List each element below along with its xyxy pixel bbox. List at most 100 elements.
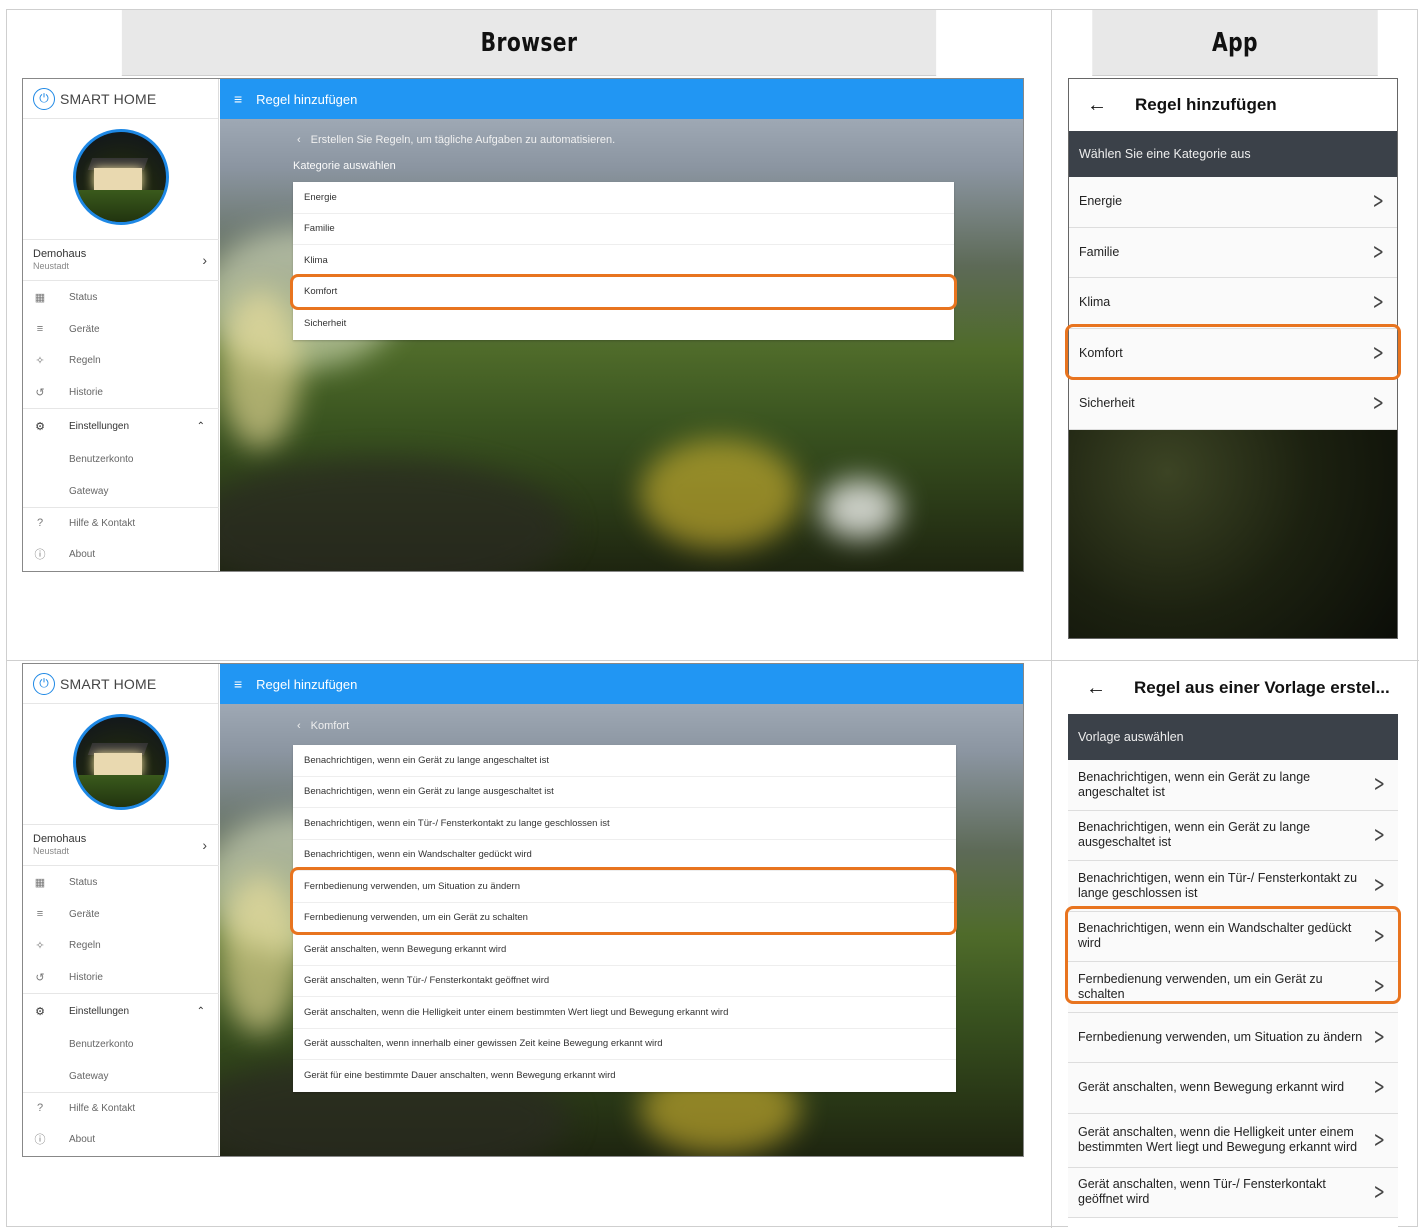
app-list-item[interactable]: Familie > bbox=[1069, 227, 1397, 278]
template-item[interactable]: Gerät ausschalten, wenn innerhalb einer … bbox=[293, 1029, 956, 1060]
sidebar-item-status[interactable]: ▦ Status bbox=[23, 867, 219, 899]
place-city: Neustadt bbox=[33, 261, 70, 271]
chevron-right-icon: > bbox=[1373, 923, 1385, 949]
sidebar-item-history[interactable]: ↺ Historie bbox=[23, 962, 219, 994]
template-item[interactable]: Gerät anschalten, wenn Bewegung erkannt … bbox=[293, 934, 956, 966]
app-list-item[interactable]: Energie > bbox=[1069, 177, 1397, 228]
app-screen-templates: ← Regel aus einer Vorlage erstel... Vorl… bbox=[1068, 662, 1398, 1227]
template-item[interactable]: Benachrichtigen, wenn ein Gerät zu lange… bbox=[293, 745, 956, 777]
list-icon: ≡ bbox=[36, 323, 44, 336]
sidebar-item-about[interactable]: ⓘ About bbox=[23, 539, 219, 571]
app-title: Regel hinzufügen bbox=[1135, 95, 1277, 114]
app-list-item[interactable]: Gerät anschalten, wenn Tür-/ Fensterkont… bbox=[1068, 1167, 1398, 1218]
category-list: Energie Familie Klima Komfort Sicherheit bbox=[293, 182, 954, 340]
sidebar-item-gateway[interactable]: Gateway bbox=[23, 1061, 219, 1093]
chevron-right-icon: > bbox=[1373, 873, 1385, 899]
chevron-right-icon: > bbox=[1373, 1024, 1385, 1050]
chevron-right-icon: > bbox=[1372, 340, 1384, 366]
template-item[interactable]: Benachrichtigen, wenn ein Gerät zu lange… bbox=[293, 777, 956, 808]
sidebar-item-history[interactable]: ↺ Historie bbox=[23, 377, 219, 409]
sidebar-item-account[interactable]: Benutzerkonto bbox=[23, 1029, 219, 1061]
app-list-item[interactable]: Komfort > bbox=[1069, 328, 1397, 379]
house-avatar bbox=[73, 129, 169, 225]
sidebar-item-settings[interactable]: ⚙ Einstellungen ⌃ bbox=[23, 993, 219, 1029]
chevron-right-icon: > bbox=[1373, 822, 1385, 848]
app-list-item[interactable]: Gerät anschalten, wenn die Helligkeit un… bbox=[1068, 1113, 1398, 1168]
app-section-heading: Vorlage auswählen bbox=[1068, 714, 1398, 760]
chevron-right-icon: > bbox=[1373, 974, 1385, 1000]
sidebar-item-status[interactable]: ▦ Status bbox=[23, 282, 219, 314]
category-item[interactable]: Familie bbox=[293, 214, 954, 245]
place-selector[interactable]: Demohaus Neustadt › bbox=[23, 824, 219, 866]
sidebar-item-about[interactable]: ⓘ About bbox=[23, 1124, 219, 1156]
row-divider bbox=[7, 660, 1419, 661]
sidebar-item-devices[interactable]: ≡ Geräte bbox=[23, 314, 219, 346]
place-city: Neustadt bbox=[33, 846, 70, 856]
house-avatar bbox=[73, 714, 169, 810]
app-list-item[interactable]: Benachrichtigen, wenn ein Tür-/ Fensterk… bbox=[1068, 861, 1398, 912]
magic-icon: ✧ bbox=[35, 355, 45, 368]
chevron-right-icon: > bbox=[1372, 290, 1384, 316]
category-heading: Kategorie auswählen bbox=[293, 160, 396, 172]
sidebar-item-gateway[interactable]: Gateway bbox=[23, 476, 219, 508]
app-bar: ← Regel hinzufügen bbox=[1069, 79, 1397, 131]
topbar: ≡ Regel hinzufügen bbox=[220, 664, 1023, 704]
chevron-up-icon: ⌃ bbox=[196, 1006, 205, 1017]
category-item[interactable]: Energie bbox=[293, 182, 954, 214]
app-list-item[interactable]: Sicherheit > bbox=[1069, 379, 1397, 430]
breadcrumb[interactable]: ‹ Komfort bbox=[297, 720, 349, 732]
template-item[interactable]: Fernbedienung verwenden, um Situation zu… bbox=[293, 871, 956, 903]
sidebar-item-settings[interactable]: ⚙ Einstellungen ⌃ bbox=[23, 408, 219, 444]
info-icon: ⓘ bbox=[34, 549, 46, 562]
category-item[interactable]: Komfort bbox=[293, 277, 954, 308]
magic-icon: ✧ bbox=[35, 940, 45, 953]
chevron-right-icon: › bbox=[202, 252, 207, 268]
history-icon: ↺ bbox=[35, 386, 45, 399]
logo[interactable]: ⏻ SMART HOME bbox=[23, 664, 218, 704]
main-content: ≡ Regel hinzufügen ‹ Komfort Benachrichti… bbox=[220, 664, 1023, 1156]
template-item[interactable]: Fernbedienung verwenden, um ein Gerät zu… bbox=[293, 903, 956, 934]
app-section-heading: Wählen Sie eine Kategorie aus bbox=[1069, 131, 1397, 177]
back-arrow-icon[interactable]: ← bbox=[1087, 94, 1107, 117]
category-item[interactable]: Klima bbox=[293, 245, 954, 277]
app-list-item[interactable]: Klima > bbox=[1069, 278, 1397, 329]
app-list-item[interactable]: Benachrichtigen, wenn ein Gerät zu lange… bbox=[1068, 810, 1398, 861]
menu-icon[interactable]: ≡ bbox=[234, 91, 242, 107]
app-list-item[interactable]: Fernbedienung verwenden, um ein Gerät zu… bbox=[1068, 962, 1398, 1013]
template-item[interactable]: Benachrichtigen, wenn ein Tür-/ Fensterk… bbox=[293, 808, 956, 840]
app-screen-categories: ← Regel hinzufügen Wählen Sie eine Kateg… bbox=[1068, 78, 1398, 639]
logo[interactable]: ⏻ SMART HOME bbox=[23, 79, 218, 119]
chevron-right-icon: > bbox=[1372, 189, 1384, 215]
logo-text: SMART HOME bbox=[60, 675, 157, 692]
breadcrumb[interactable]: ‹ Erstellen Sie Regeln, um tägliche Aufga… bbox=[297, 134, 615, 146]
dashboard-icon: ▦ bbox=[34, 292, 46, 305]
power-icon: ⏻ bbox=[33, 87, 55, 110]
app-list-item[interactable]: Gerät anschalten, wenn Bewegung erkannt … bbox=[1068, 1063, 1398, 1114]
template-item[interactable]: Benachrichtigen, wenn ein Wandschalter g… bbox=[293, 840, 956, 871]
chevron-right-icon: > bbox=[1373, 772, 1385, 798]
category-item[interactable]: Sicherheit bbox=[293, 308, 954, 340]
column-divider bbox=[1051, 10, 1052, 1228]
chevron-left-icon: ‹ bbox=[297, 134, 301, 146]
menu-icon[interactable]: ≡ bbox=[234, 676, 242, 692]
template-item[interactable]: Gerät anschalten, wenn Tür-/ Fensterkont… bbox=[293, 966, 956, 997]
app-list-item[interactable]: Benachrichtigen, wenn ein Gerät zu lange… bbox=[1068, 760, 1398, 811]
back-arrow-icon[interactable]: ← bbox=[1086, 677, 1106, 700]
place-selector[interactable]: Demohaus Neustadt › bbox=[23, 239, 219, 281]
sidebar-item-rules[interactable]: ✧ Regeln bbox=[23, 930, 219, 962]
template-item[interactable]: Gerät für eine bestimmte Dauer anschalte… bbox=[293, 1060, 956, 1092]
sidebar-item-rules[interactable]: ✧ Regeln bbox=[23, 345, 219, 377]
sidebar-item-account[interactable]: Benutzerkonto bbox=[23, 444, 219, 476]
app-list-item[interactable]: Benachrichtigen, wenn ein Wandschalter g… bbox=[1068, 911, 1398, 962]
logo-text: SMART HOME bbox=[60, 90, 157, 107]
template-item[interactable]: Gerät anschalten, wenn die Helligkeit un… bbox=[293, 997, 956, 1029]
help-icon: ? bbox=[36, 517, 44, 530]
history-icon: ↺ bbox=[35, 971, 45, 984]
app-list-item[interactable]: Fernbedienung verwenden, um Situation zu… bbox=[1068, 1012, 1398, 1063]
chevron-up-icon: ⌃ bbox=[196, 421, 205, 432]
gear-icon: ⚙ bbox=[35, 421, 45, 433]
sidebar-item-help[interactable]: ? Hilfe & Kontakt bbox=[23, 1092, 219, 1124]
sidebar-item-devices[interactable]: ≡ Geräte bbox=[23, 899, 219, 931]
sidebar-item-help[interactable]: ? Hilfe & Kontakt bbox=[23, 507, 219, 539]
power-icon: ⏻ bbox=[33, 672, 55, 695]
